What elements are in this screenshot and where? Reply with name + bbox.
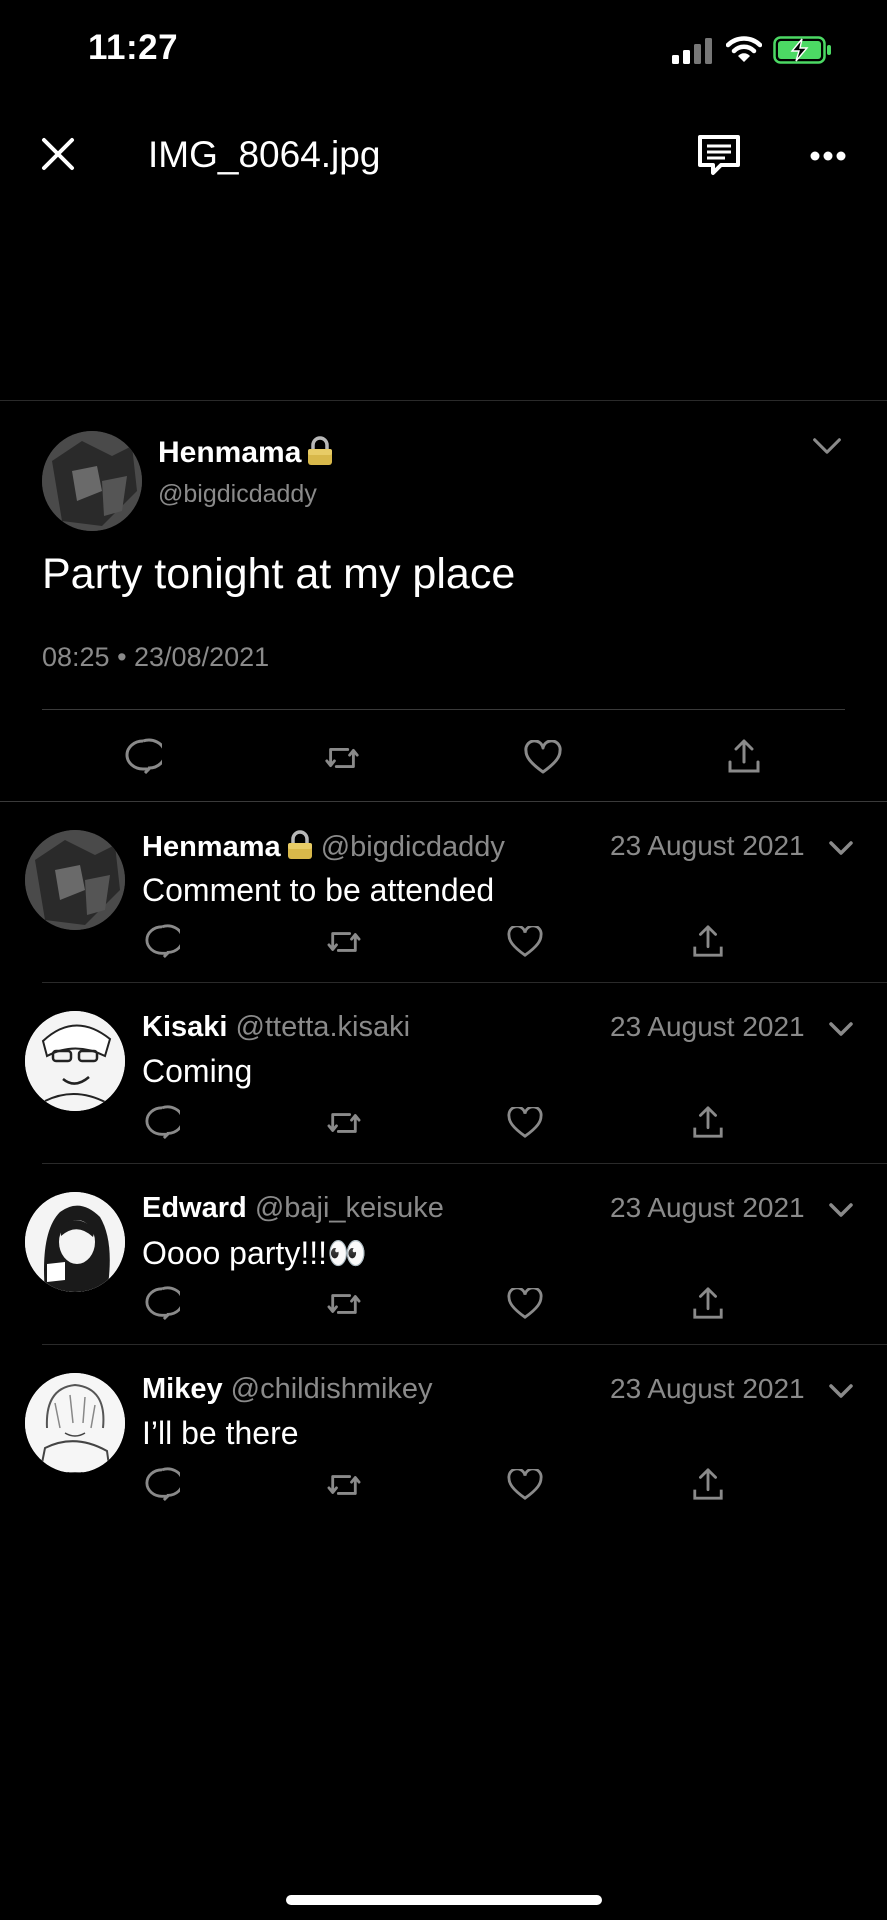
chevron-down-icon[interactable] bbox=[828, 1202, 854, 1218]
reply-icon[interactable] bbox=[144, 1467, 180, 1501]
share-icon[interactable] bbox=[690, 1105, 726, 1139]
retweet-icon[interactable] bbox=[325, 926, 363, 958]
tweet-timestamp: 08:25 • 23/08/2021 bbox=[42, 642, 270, 672]
reply-date: 23 August 2021 bbox=[610, 1373, 805, 1404]
divider bbox=[42, 709, 845, 710]
reply-author-handle: @ttetta.kisaki bbox=[235, 1011, 411, 1043]
avatar[interactable] bbox=[25, 830, 125, 930]
home-indicator[interactable] bbox=[286, 1895, 602, 1905]
tweet-author-handle[interactable]: @bigdicdaddy bbox=[158, 480, 317, 509]
reply-author-name: Edward bbox=[142, 1192, 247, 1224]
share-icon[interactable] bbox=[690, 924, 726, 958]
reply-text: Comment to be attended bbox=[142, 872, 495, 908]
reply-author-name: Henmama bbox=[142, 831, 281, 863]
like-icon[interactable] bbox=[507, 1288, 543, 1320]
reply-author-handle: @bigdicdaddy bbox=[320, 831, 505, 863]
reply-item[interactable]: Mikey @childishmikey 23 August 2021 I’ll… bbox=[0, 1345, 887, 1527]
reply-date: 23 August 2021 bbox=[610, 830, 805, 861]
reply-author[interactable]: Edward @baji_keisuke bbox=[142, 1192, 444, 1225]
avatar[interactable] bbox=[25, 1011, 125, 1111]
reply-author[interactable]: Kisaki @ttetta.kisaki bbox=[142, 1011, 410, 1044]
reply-author[interactable]: Henmama @bigdicdaddy bbox=[142, 830, 505, 864]
chevron-down-icon[interactable] bbox=[828, 1021, 854, 1037]
status-time: 11:27 bbox=[88, 28, 179, 67]
comment-icon[interactable] bbox=[697, 134, 741, 176]
reply-item[interactable]: Henmama @bigdicdaddy 23 August 2021 Comm… bbox=[0, 802, 887, 984]
share-icon[interactable] bbox=[690, 1467, 726, 1501]
reply-author-name: Kisaki bbox=[142, 1011, 228, 1043]
lock-icon bbox=[307, 436, 333, 466]
reply-icon[interactable] bbox=[124, 738, 162, 774]
chevron-down-icon[interactable] bbox=[812, 437, 842, 455]
file-title: IMG_8064.jpg bbox=[148, 134, 381, 175]
signal-icon bbox=[672, 38, 714, 64]
like-icon[interactable] bbox=[507, 926, 543, 958]
chevron-down-icon[interactable] bbox=[828, 1383, 854, 1399]
more-icon[interactable] bbox=[810, 150, 846, 162]
reply-author-handle: @baji_keisuke bbox=[254, 1192, 444, 1224]
like-icon[interactable] bbox=[507, 1469, 543, 1501]
reply-text: Coming bbox=[142, 1053, 253, 1089]
battery-charging-icon bbox=[773, 36, 833, 64]
tweet-author-name[interactable]: Henmama bbox=[158, 436, 333, 470]
divider bbox=[0, 400, 887, 401]
reply-author-name: Mikey bbox=[142, 1373, 223, 1405]
reply-text: Oooo party!!!👀 bbox=[142, 1235, 367, 1271]
share-icon[interactable] bbox=[725, 738, 763, 774]
avatar[interactable] bbox=[42, 431, 142, 531]
reply-text: I’ll be there bbox=[142, 1415, 299, 1451]
share-icon[interactable] bbox=[690, 1286, 726, 1320]
chevron-down-icon[interactable] bbox=[828, 840, 854, 856]
reply-icon[interactable] bbox=[144, 1286, 180, 1320]
lock-icon bbox=[287, 830, 313, 860]
reply-author-handle: @childishmikey bbox=[230, 1373, 433, 1405]
reply-item[interactable]: Kisaki @ttetta.kisaki 23 August 2021 Com… bbox=[0, 983, 887, 1165]
reply-icon[interactable] bbox=[144, 1105, 180, 1139]
retweet-icon[interactable] bbox=[325, 1469, 363, 1501]
avatar[interactable] bbox=[25, 1192, 125, 1292]
close-icon[interactable] bbox=[40, 136, 76, 172]
avatar[interactable] bbox=[25, 1373, 125, 1473]
retweet-icon[interactable] bbox=[325, 1288, 363, 1320]
retweet-icon[interactable] bbox=[323, 740, 361, 776]
like-icon[interactable] bbox=[524, 740, 562, 776]
reply-date: 23 August 2021 bbox=[610, 1011, 805, 1042]
author-name-text: Henmama bbox=[158, 436, 302, 469]
like-icon[interactable] bbox=[507, 1107, 543, 1139]
reply-date: 23 August 2021 bbox=[610, 1192, 805, 1223]
reply-icon[interactable] bbox=[144, 924, 180, 958]
reply-item[interactable]: Edward @baji_keisuke 23 August 2021 Oooo… bbox=[0, 1164, 887, 1346]
wifi-icon bbox=[726, 34, 762, 64]
reply-author[interactable]: Mikey @childishmikey bbox=[142, 1373, 433, 1406]
tweet-text: Party tonight at my place bbox=[42, 550, 516, 598]
retweet-icon[interactable] bbox=[325, 1107, 363, 1139]
